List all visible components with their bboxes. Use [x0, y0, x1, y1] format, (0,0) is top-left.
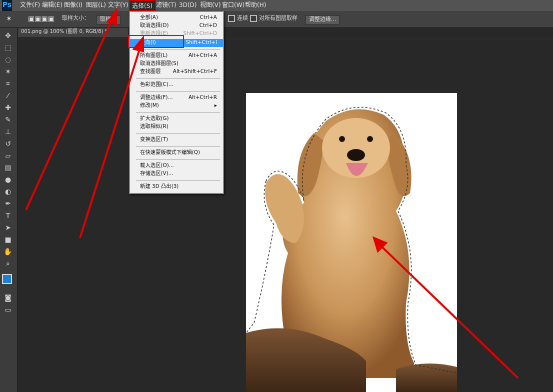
- menu-file[interactable]: 文件(F): [20, 0, 40, 11]
- contiguous-checkbox[interactable]: 连续: [228, 15, 248, 23]
- menu-item-shortcut: Ctrl+A: [199, 15, 217, 21]
- menu-item-label: 查找图层: [140, 69, 161, 75]
- puppy-image: [246, 106, 457, 392]
- menu-item-deselect-layers[interactable]: 取消选择图层(S): [130, 60, 223, 68]
- menu-item-shortcut: Alt+Ctrl+R: [188, 95, 217, 101]
- menu-edit[interactable]: 编辑(E): [42, 0, 62, 11]
- menu-item-load-selection[interactable]: 载入选区(O)...: [130, 162, 223, 170]
- menu-item-label: 变换选区(T): [140, 137, 168, 143]
- document-canvas[interactable]: [246, 93, 457, 392]
- all-layers-checkbox[interactable]: 对所有图层取样: [250, 15, 298, 23]
- menu-item-shortcut: Alt+Shift+Ctrl+F: [172, 69, 217, 75]
- type-tool-icon[interactable]: T: [3, 212, 13, 221]
- menu-item-quick-mask[interactable]: 在快速蒙版模式下编辑(Q): [130, 149, 223, 157]
- menu-separator: [136, 133, 220, 134]
- menu-item-transform-selection[interactable]: 变换选区(T): [130, 136, 223, 144]
- marquee-tool-icon[interactable]: ⬚: [3, 44, 13, 53]
- options-bar: ✶ ▣▣▣▣ 取样大小： 取样点 连续 对所有图层取样 调整边缘...: [0, 11, 553, 28]
- menu-item-label: 所有图层(L): [140, 53, 168, 59]
- menu-item-shortcut: Alt+Ctrl+A: [188, 53, 218, 59]
- crop-tool-icon[interactable]: ⌗: [3, 80, 13, 89]
- magic-wand-tool-icon[interactable]: ✶: [3, 68, 13, 77]
- magic-wand-icon[interactable]: ✶: [6, 15, 12, 23]
- menu-item-shortcut: Shift+Ctrl+I: [185, 40, 217, 46]
- sample-size-label: 取样大小：: [62, 16, 90, 22]
- menu-item-grow[interactable]: 扩大选取(G): [130, 115, 223, 123]
- move-tool-icon[interactable]: ✥: [3, 32, 13, 41]
- brush-tool-icon[interactable]: ✎: [3, 116, 13, 125]
- all-layers-label: 对所有图层取样: [259, 16, 298, 22]
- menu-view[interactable]: 视图(V): [200, 0, 221, 11]
- annotation-box-inverse: [128, 35, 184, 48]
- menu-item-label: 存储选区(V)...: [140, 171, 174, 177]
- sample-size-select[interactable]: 取样点: [96, 15, 121, 25]
- menu-separator: [136, 49, 220, 50]
- menu-item-label: 取消选择图层(S): [140, 61, 179, 67]
- pen-tool-icon[interactable]: ✒: [3, 200, 13, 209]
- menu-item-label: 选取相似(R): [140, 124, 169, 130]
- lasso-tool-icon[interactable]: ◌: [3, 56, 13, 65]
- menu-bar: Ps 文件(F) 编辑(E) 图像(I) 图层(L) 文字(Y) 选择(S) 滤…: [0, 0, 553, 11]
- menu-item-save-selection[interactable]: 存储选区(V)...: [130, 170, 223, 178]
- menu-item-all-layers[interactable]: 所有图层(L) Alt+Ctrl+A: [130, 52, 223, 60]
- menu-type[interactable]: 文字(Y): [108, 0, 128, 11]
- selection-mode-icon[interactable]: ▣▣▣▣: [28, 15, 54, 23]
- menu-item-color-range[interactable]: 色彩范围(C)...: [130, 81, 223, 89]
- menu-item-label: 新建 3D 凸出(3): [140, 184, 179, 190]
- photoshop-logo: Ps: [2, 0, 12, 11]
- menu-item-label: 全部(A): [140, 15, 158, 21]
- eyedropper-tool-icon[interactable]: ⁄: [3, 92, 13, 101]
- contiguous-label: 连续: [237, 16, 249, 22]
- menu-select[interactable]: 选择(S): [129, 0, 156, 11]
- gradient-tool-icon[interactable]: ▤: [3, 164, 13, 173]
- document-tab[interactable]: 001.png @ 100% (图层 0, RGB/8) *: [18, 28, 128, 37]
- screen-mode-icon[interactable]: ▭: [3, 306, 13, 315]
- menu-separator: [136, 91, 220, 92]
- menu-separator: [136, 78, 220, 79]
- eraser-tool-icon[interactable]: ▱: [3, 152, 13, 161]
- clone-stamp-tool-icon[interactable]: ⊥: [3, 128, 13, 137]
- menu-separator: [136, 180, 220, 181]
- menu-separator: [136, 159, 220, 160]
- menu-window[interactable]: 窗口(W): [222, 0, 245, 11]
- menu-item-label: 修改(M): [140, 103, 159, 109]
- blur-tool-icon[interactable]: ●: [3, 176, 13, 185]
- menu-item-label: 取消选择(D): [140, 23, 169, 29]
- healing-brush-tool-icon[interactable]: ✚: [3, 104, 13, 113]
- menu-item-shortcut: Shift+Ctrl+D: [183, 31, 217, 37]
- history-brush-tool-icon[interactable]: ↺: [3, 140, 13, 149]
- checkbox-icon: [228, 15, 235, 22]
- toolbox: ✥ ⬚ ◌ ✶ ⌗ ⁄ ✚ ✎ ⊥ ↺ ▱ ▤ ● ◐ ✒ T ➤ ■ ✋ ⌕ …: [0, 28, 18, 392]
- foreground-color-swatch[interactable]: [2, 274, 12, 284]
- menu-layer[interactable]: 图层(L): [86, 0, 106, 11]
- menu-filter[interactable]: 滤镜(T): [156, 0, 176, 11]
- refine-edge-button[interactable]: 调整边缘...: [305, 15, 341, 25]
- menu-item-new-3d-extrusion[interactable]: 新建 3D 凸出(3): [130, 183, 223, 191]
- menu-item-label: 色彩范围(C)...: [140, 82, 174, 88]
- menu-image[interactable]: 图像(I): [64, 0, 82, 11]
- menu-separator: [136, 112, 220, 113]
- checkbox-icon: [250, 15, 257, 22]
- menu-item-shortcut: Ctrl+D: [199, 23, 217, 29]
- shape-tool-icon[interactable]: ■: [3, 236, 13, 245]
- menu-item-label: 在快速蒙版模式下编辑(Q): [140, 150, 201, 156]
- menu-item-label: 调整边缘(F)...: [140, 95, 173, 101]
- menu-3d[interactable]: 3D(D): [179, 0, 197, 11]
- menu-item-label: 扩大选取(G): [140, 116, 169, 122]
- menu-item-deselect[interactable]: 取消选择(D) Ctrl+D: [130, 22, 223, 30]
- zoom-tool-icon[interactable]: ⌕: [3, 260, 13, 269]
- menu-item-find-layers[interactable]: 查找图层 Alt+Shift+Ctrl+F: [130, 68, 223, 76]
- menu-separator: [136, 146, 220, 147]
- menu-item-label: 载入选区(O)...: [140, 163, 174, 169]
- submenu-arrow-icon: ▸: [214, 103, 217, 109]
- menu-item-similar[interactable]: 选取相似(R): [130, 123, 223, 131]
- menu-item-all[interactable]: 全部(A) Ctrl+A: [130, 14, 223, 22]
- path-selection-tool-icon[interactable]: ➤: [3, 224, 13, 233]
- hand-tool-icon[interactable]: ✋: [3, 248, 13, 257]
- dodge-tool-icon[interactable]: ◐: [3, 188, 13, 197]
- menu-item-modify[interactable]: 修改(M) ▸: [130, 102, 223, 110]
- quick-mask-icon[interactable]: ◙: [3, 294, 13, 303]
- menu-help[interactable]: 帮助(H): [245, 0, 266, 11]
- menu-item-refine-edge[interactable]: 调整边缘(F)... Alt+Ctrl+R: [130, 94, 223, 102]
